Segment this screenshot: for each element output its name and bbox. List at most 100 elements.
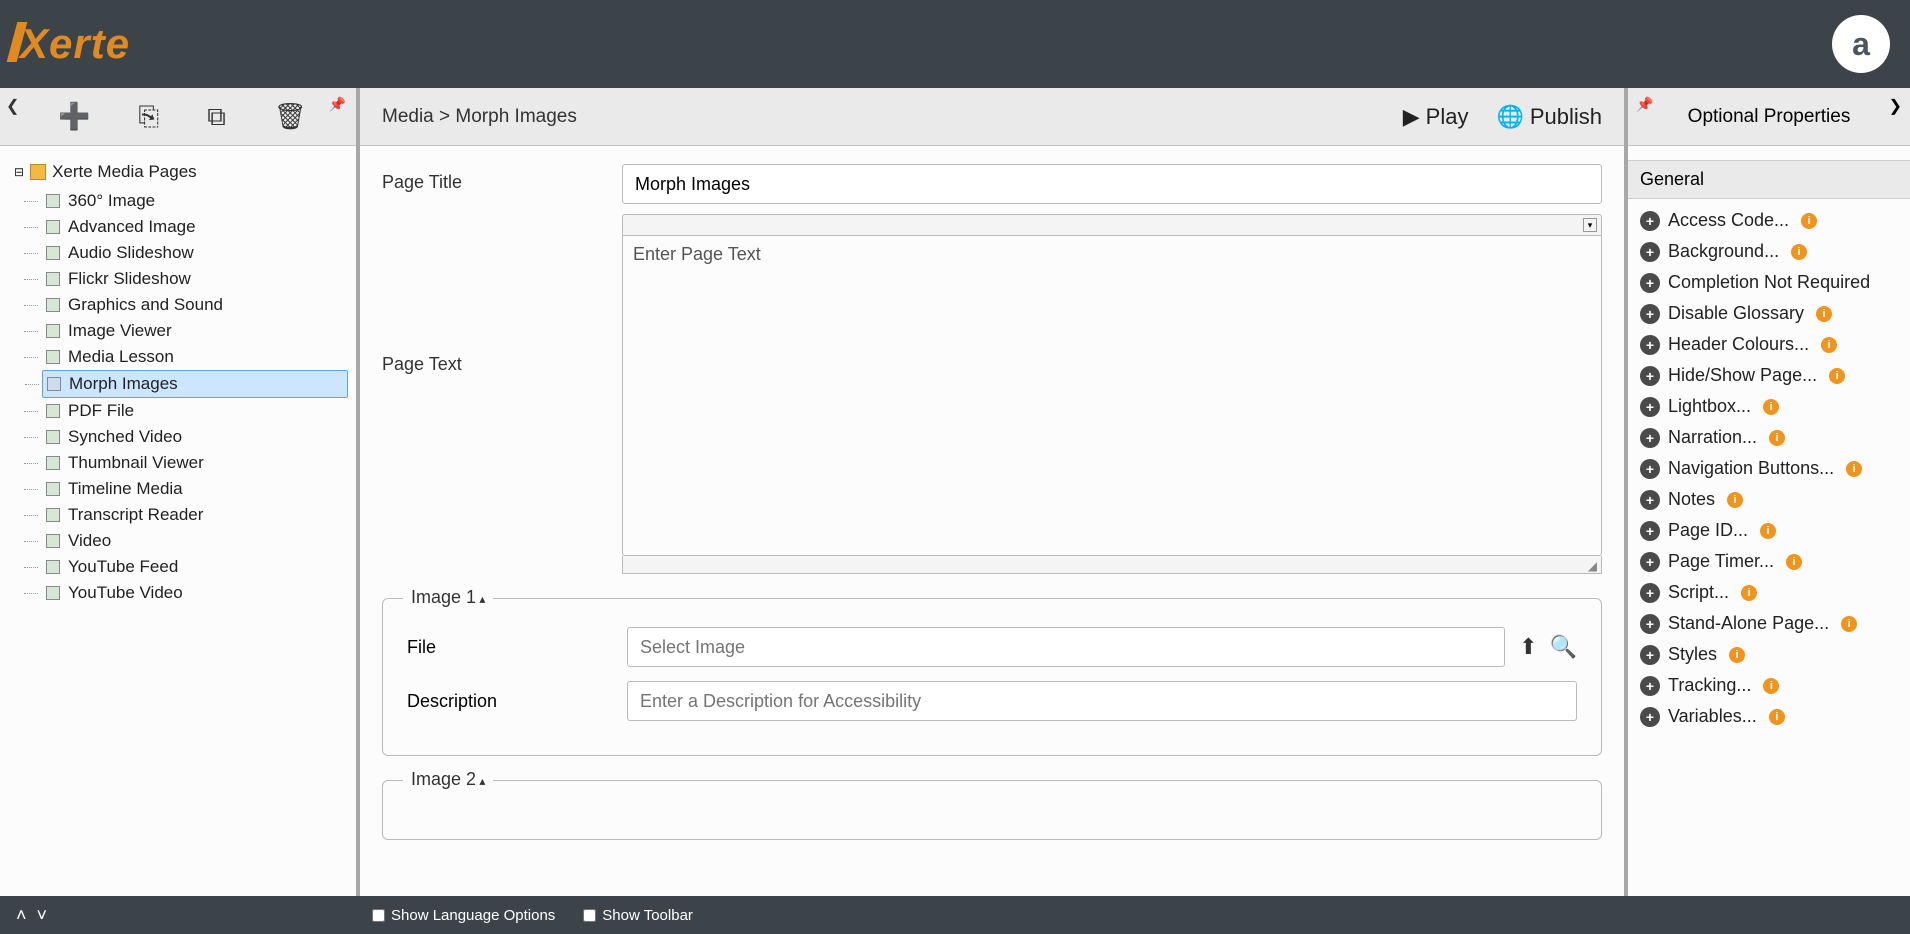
add-property-icon[interactable]: +: [1640, 583, 1660, 603]
info-icon[interactable]: i: [1760, 523, 1776, 539]
import-icon[interactable]: ⎘: [138, 101, 159, 133]
add-property-icon[interactable]: +: [1640, 676, 1660, 696]
property-label: Tracking...: [1668, 675, 1751, 696]
show-toolbar-checkbox[interactable]: Show Toolbar: [583, 907, 693, 924]
add-property-icon[interactable]: +: [1640, 707, 1660, 727]
property-item[interactable]: +Stand-Alone Page...i: [1638, 608, 1900, 639]
info-icon[interactable]: i: [1786, 554, 1802, 570]
tree-item[interactable]: Advanced Image: [42, 214, 348, 240]
tree-item[interactable]: PDF File: [42, 398, 348, 424]
info-icon[interactable]: i: [1816, 306, 1832, 322]
file-input[interactable]: [627, 627, 1505, 667]
property-item[interactable]: +Header Colours...i: [1638, 329, 1900, 360]
image-2-legend[interactable]: Image 2: [403, 769, 493, 790]
tree-item[interactable]: Transcript Reader: [42, 502, 348, 528]
tree-item[interactable]: Audio Slideshow: [42, 240, 348, 266]
add-property-icon[interactable]: +: [1640, 335, 1660, 355]
property-item[interactable]: +Completion Not Required: [1638, 267, 1900, 298]
image-1-legend[interactable]: Image 1: [403, 587, 493, 608]
info-icon[interactable]: i: [1763, 678, 1779, 694]
property-item[interactable]: +Variables...i: [1638, 701, 1900, 732]
tree-item-label: Timeline Media: [68, 479, 183, 499]
property-item[interactable]: +Stylesi: [1638, 639, 1900, 670]
info-icon[interactable]: i: [1846, 461, 1862, 477]
app-logo: Xerte: [20, 20, 130, 68]
collapse-left-icon[interactable]: ❮: [6, 96, 19, 116]
delete-icon[interactable]: 🗑: [274, 101, 307, 133]
property-item[interactable]: +Disable Glossaryi: [1638, 298, 1900, 329]
page-text-editor[interactable]: Enter Page Text: [622, 236, 1602, 556]
add-property-icon[interactable]: +: [1640, 304, 1660, 324]
info-icon[interactable]: i: [1729, 647, 1745, 663]
add-property-icon[interactable]: +: [1640, 614, 1660, 634]
tree-item[interactable]: Thumbnail Viewer: [42, 450, 348, 476]
add-property-icon[interactable]: +: [1640, 645, 1660, 665]
info-icon[interactable]: i: [1769, 430, 1785, 446]
add-property-icon[interactable]: +: [1640, 490, 1660, 510]
tree-item[interactable]: 360° Image: [42, 188, 348, 214]
info-icon[interactable]: i: [1727, 492, 1743, 508]
tree-item[interactable]: Video: [42, 528, 348, 554]
editor-resize-handle[interactable]: [622, 556, 1602, 574]
description-input[interactable]: [627, 681, 1577, 721]
editor-toolbar[interactable]: ▾: [622, 214, 1602, 236]
tree-item[interactable]: Flickr Slideshow: [42, 266, 348, 292]
editor-dropdown-icon[interactable]: ▾: [1583, 218, 1597, 232]
play-button[interactable]: ▶ Play: [1403, 104, 1469, 130]
info-icon[interactable]: i: [1791, 244, 1807, 260]
add-property-icon[interactable]: +: [1640, 397, 1660, 417]
tree-item[interactable]: Media Lesson: [42, 344, 348, 370]
publish-button[interactable]: 🌐 Publish: [1496, 104, 1602, 130]
property-item[interactable]: +Background...i: [1638, 236, 1900, 267]
info-icon[interactable]: i: [1841, 616, 1857, 632]
property-item[interactable]: +Page Timer...i: [1638, 546, 1900, 577]
property-item[interactable]: +Lightbox...i: [1638, 391, 1900, 422]
page-tree[interactable]: ⊟ Xerte Media Pages 360° ImageAdvanced I…: [0, 146, 356, 896]
pin-icon[interactable]: 📌: [329, 96, 346, 113]
tree-item[interactable]: YouTube Feed: [42, 554, 348, 580]
info-icon[interactable]: i: [1829, 368, 1845, 384]
copy-icon[interactable]: ⧉: [207, 101, 226, 133]
avatar[interactable]: a: [1832, 15, 1890, 73]
tree-root[interactable]: ⊟ Xerte Media Pages: [14, 162, 348, 182]
info-icon[interactable]: i: [1769, 709, 1785, 725]
browse-icon[interactable]: 🔍: [1550, 634, 1577, 660]
move-up-icon[interactable]: ˄: [16, 905, 27, 926]
add-property-icon[interactable]: +: [1640, 428, 1660, 448]
tree-item[interactable]: Image Viewer: [42, 318, 348, 344]
info-icon[interactable]: i: [1821, 337, 1837, 353]
add-property-icon[interactable]: +: [1640, 459, 1660, 479]
add-property-icon[interactable]: +: [1640, 366, 1660, 386]
add-icon[interactable]: ➕: [58, 101, 90, 133]
upload-icon[interactable]: ⬆: [1519, 634, 1537, 660]
collapse-right-icon[interactable]: ❯: [1889, 96, 1902, 116]
page-title-input[interactable]: [622, 164, 1602, 204]
tree-item[interactable]: Graphics and Sound: [42, 292, 348, 318]
property-item[interactable]: +Script...i: [1638, 577, 1900, 608]
show-language-checkbox[interactable]: Show Language Options: [372, 907, 555, 924]
add-property-icon[interactable]: +: [1640, 242, 1660, 262]
tree-item[interactable]: Timeline Media: [42, 476, 348, 502]
add-property-icon[interactable]: +: [1640, 521, 1660, 541]
info-icon[interactable]: i: [1741, 585, 1757, 601]
add-property-icon[interactable]: +: [1640, 552, 1660, 572]
add-property-icon[interactable]: +: [1640, 211, 1660, 231]
property-item[interactable]: +Navigation Buttons...i: [1638, 453, 1900, 484]
info-icon[interactable]: i: [1763, 399, 1779, 415]
tree-item[interactable]: Synched Video: [42, 424, 348, 450]
add-property-icon[interactable]: +: [1640, 273, 1660, 293]
property-item[interactable]: + Narration... i: [1638, 422, 1900, 453]
move-down-icon[interactable]: ˅: [37, 905, 48, 926]
property-label: Narration...: [1668, 427, 1757, 448]
info-icon[interactable]: i: [1801, 213, 1817, 229]
property-item[interactable]: +Notesi: [1638, 484, 1900, 515]
pin-icon[interactable]: 📌: [1636, 96, 1653, 113]
toolbar-checkbox-input[interactable]: [583, 909, 596, 922]
property-item[interactable]: +Access Code...i: [1638, 205, 1900, 236]
property-item[interactable]: +Hide/Show Page...i: [1638, 360, 1900, 391]
lang-checkbox-input[interactable]: [372, 909, 385, 922]
property-item[interactable]: + Tracking... i: [1638, 670, 1900, 701]
tree-item[interactable]: YouTube Video: [42, 580, 348, 606]
property-item[interactable]: +Page ID...i: [1638, 515, 1900, 546]
tree-item[interactable]: Morph Images: [42, 370, 348, 398]
